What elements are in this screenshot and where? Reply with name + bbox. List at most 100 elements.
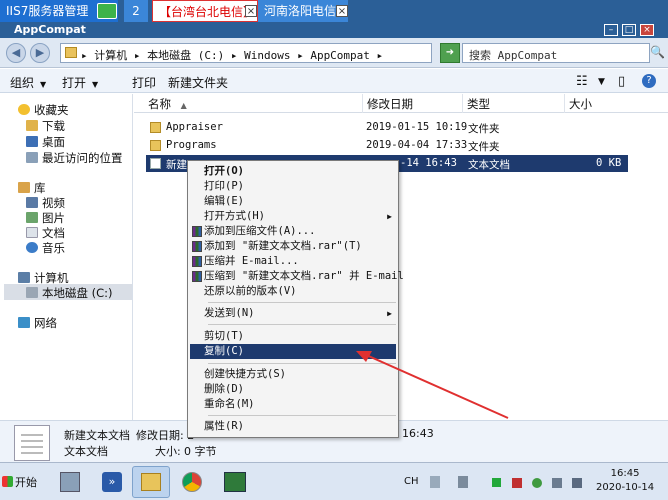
tab-henan-luoyang[interactable]: 河南洛阳电信 [258, 0, 348, 22]
nav-music[interactable]: 音乐 [26, 240, 65, 256]
tray-icon[interactable] [458, 476, 468, 488]
clock-time: 16:45 [610, 468, 640, 479]
nav-videos[interactable]: 视频 [26, 195, 65, 211]
menu-item-rename[interactable]: 重命名(M) [190, 397, 396, 412]
chevron-down-icon: ▼ [92, 80, 99, 89]
search-icon[interactable]: 🔍 [650, 45, 665, 61]
nav-documents[interactable]: 文档 [26, 225, 65, 241]
text-file-icon [14, 425, 50, 461]
powershell-taskbar-button[interactable]: » [94, 466, 132, 498]
menu-item-print[interactable]: 打印(P) [190, 179, 396, 194]
minimize-button[interactable]: – [604, 24, 618, 36]
explorer-taskbar-button[interactable] [132, 466, 170, 498]
search-input[interactable]: 搜索 AppCompat [462, 43, 650, 63]
nav-favorites[interactable]: 收藏夹 [18, 102, 69, 118]
preview-pane-icon[interactable]: ▯ [618, 74, 625, 89]
new-folder-button[interactable]: 新建文件夹 [168, 74, 228, 91]
menu-item-delete[interactable]: 删除(D) [190, 382, 396, 397]
submenu-arrow-icon: ▶ [387, 212, 392, 221]
organize-button[interactable]: 组织 ▼ [10, 74, 46, 91]
details-modified-value: 16:43 [402, 427, 434, 440]
command-toolbar: 组织 ▼ 打开 ▼ 打印 新建文件夹 ☷ ▼ ▯ ? [0, 69, 668, 93]
go-button[interactable]: ➜ [440, 43, 460, 63]
nav-pictures[interactable]: 图片 [26, 210, 65, 226]
network-tray-icon[interactable] [552, 478, 562, 488]
column-type[interactable]: 类型 [467, 96, 490, 112]
remote-tool-taskbar-button[interactable] [216, 466, 254, 498]
clock[interactable]: 16:45 2020-10-14 [596, 467, 654, 495]
column-size[interactable]: 大小 [569, 96, 592, 112]
column-divider[interactable] [462, 94, 463, 113]
menu-separator [208, 302, 396, 303]
nav-network[interactable]: 网络 [18, 315, 57, 331]
top-tab-bar: IIS7服务器管理 2 【台湾台北电信】 × 河南洛阳电信 × [0, 0, 668, 22]
nav-local-disk[interactable]: 本地磁盘 (C:) [26, 285, 113, 301]
language-indicator[interactable]: CH [404, 476, 419, 487]
tab-2[interactable]: 2 [124, 0, 148, 22]
powershell-icon: » [102, 472, 122, 492]
address-input[interactable]: ▸ 计算机 ▸ 本地磁盘 (C:) ▸ Windows ▸ AppCompat … [60, 43, 432, 63]
nav-label: 网络 [34, 316, 57, 330]
menu-item-send-to[interactable]: 发送到(N) ▶ [190, 306, 396, 321]
file-row[interactable]: Programs 2019-04-04 17:33 文件夹 [146, 137, 628, 154]
navigation-pane: 收藏夹 下载 桌面 最近访问的位置 库 视频 图片 文档 音乐 计算机 本地磁盘… [0, 94, 133, 420]
menu-item-open[interactable]: 打开(O) [190, 164, 396, 179]
column-divider[interactable] [362, 94, 363, 113]
start-button[interactable]: 开始 [2, 472, 42, 494]
nav-libraries[interactable]: 库 [18, 180, 46, 196]
address-bar: ◀ ▶ ▸ 计算机 ▸ 本地磁盘 (C:) ▸ Windows ▸ AppCom… [0, 38, 668, 68]
taskbar: 开始 » CH 16:45 2020-10-14 [0, 462, 668, 500]
forward-button[interactable]: ▶ [30, 43, 50, 63]
file-date: 2019-04-04 17:33 [366, 139, 468, 151]
menu-item-open-with[interactable]: 打开方式(H) ▶ [190, 209, 396, 224]
menu-item-create-shortcut[interactable]: 创建快捷方式(S) [190, 367, 396, 382]
menu-item-copy[interactable]: 复制(C) [190, 344, 396, 359]
column-divider[interactable] [564, 94, 565, 113]
file-date: 2019-01-15 10:19 [366, 121, 468, 133]
tab-taiwan-taipei[interactable]: 【台湾台北电信】 [152, 0, 258, 22]
menu-item-cut[interactable]: 剪切(T) [190, 329, 396, 344]
nav-label: 桌面 [42, 135, 65, 149]
red-status-icon[interactable] [512, 478, 522, 488]
back-button[interactable]: ◀ [6, 43, 26, 63]
menu-item-compress-rar-email[interactable]: 压缩到 "新建文本文档.rar" 并 E-mail [190, 269, 404, 284]
view-options-icon[interactable]: ☷ [576, 74, 588, 89]
sort-asc-icon: ▲ [180, 101, 187, 110]
menu-item-restore-previous[interactable]: 还原以前的版本(V) [190, 284, 396, 299]
menu-item-add-archive[interactable]: 添加到压缩文件(A)... [190, 224, 396, 239]
nav-computer[interactable]: 计算机 [18, 270, 69, 286]
column-date[interactable]: 修改日期 [367, 96, 413, 112]
menu-item-edit[interactable]: 编辑(E) [190, 194, 396, 209]
maximize-button[interactable]: □ [622, 24, 636, 36]
close-window-button[interactable]: × [640, 24, 654, 36]
file-date: -14 16:43 [400, 157, 457, 169]
close-tab-icon[interactable]: × [336, 5, 348, 17]
nav-label: 计算机 [34, 271, 69, 285]
nav-desktop[interactable]: 桌面 [26, 134, 65, 150]
volume-icon[interactable] [572, 478, 582, 488]
computer-icon [18, 272, 30, 283]
keyboard-icon[interactable] [430, 476, 440, 488]
column-name[interactable]: 名称 ▲ [148, 96, 187, 112]
green-status-icon[interactable] [492, 478, 501, 487]
menu-item-add-rar[interactable]: 添加到 "新建文本文档.rar"(T) [190, 239, 396, 254]
help-icon[interactable]: ? [642, 74, 656, 88]
menu-label: 发送到(N) [204, 307, 255, 319]
close-tab-icon[interactable]: × [245, 5, 257, 17]
chevron-down-icon[interactable]: ▼ [598, 77, 605, 87]
nav-downloads[interactable]: 下载 [26, 118, 65, 134]
open-button[interactable]: 打开 ▼ [62, 74, 98, 91]
print-button[interactable]: 打印 [132, 74, 156, 91]
server-manager-taskbar-button[interactable] [52, 466, 90, 498]
check-status-icon[interactable] [532, 478, 542, 488]
file-row[interactable]: Appraiser 2019-01-15 10:19 文件夹 [146, 119, 628, 136]
menu-label: 压缩并 E-mail... [204, 255, 299, 267]
menu-separator [208, 363, 396, 364]
menu-item-properties[interactable]: 属性(R) [190, 419, 396, 434]
menu-item-compress-email[interactable]: 压缩并 E-mail... [190, 254, 396, 269]
search-placeholder: 搜索 AppCompat [469, 49, 558, 62]
star-icon [18, 104, 30, 115]
address-path[interactable]: ▸ 计算机 ▸ 本地磁盘 (C:) ▸ Windows ▸ AppCompat … [81, 47, 383, 63]
nav-recent-places[interactable]: 最近访问的位置 [26, 150, 123, 166]
chrome-taskbar-button[interactable] [174, 466, 212, 498]
